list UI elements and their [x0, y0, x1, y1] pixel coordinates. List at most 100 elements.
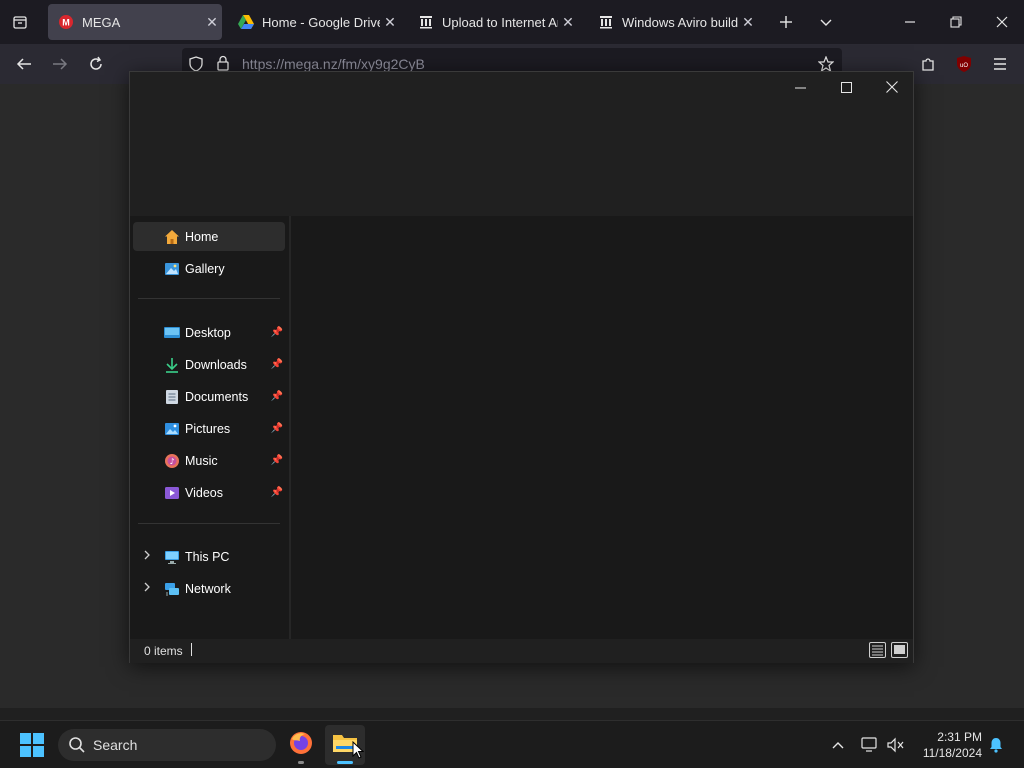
- clock-time: 2:31 PM: [937, 730, 982, 744]
- svg-text:♪: ♪: [169, 457, 174, 466]
- nav-item-label: Pictures: [185, 421, 231, 436]
- volume-muted-icon[interactable]: [886, 735, 906, 755]
- nav-item-label: Documents: [185, 389, 249, 404]
- forward-arrow-icon[interactable]: [48, 52, 72, 76]
- tab-google-drive[interactable]: Home - Google Drive ✕: [228, 4, 400, 40]
- nav-item-network[interactable]: Network: [133, 574, 285, 603]
- this-pc-icon: [163, 548, 181, 566]
- nav-item-label: Downloads: [185, 357, 247, 372]
- pin-icon[interactable]: 📌: [271, 359, 283, 370]
- details-view-icon[interactable]: [869, 642, 886, 658]
- item-count-text: 0 items: [144, 644, 183, 658]
- explorer-command-area: [130, 102, 913, 216]
- documents-icon: [163, 388, 181, 406]
- nav-item-label: This PC: [185, 549, 230, 564]
- extensions-puzzle-icon[interactable]: [916, 52, 940, 76]
- tab-title: Windows Aviro build 4: [622, 14, 738, 30]
- nav-item-label: Home: [185, 229, 219, 244]
- tab-windows-aviro[interactable]: Windows Aviro build 4 ✕: [588, 4, 758, 40]
- tab-overview-icon[interactable]: [8, 10, 32, 34]
- nav-item-documents[interactable]: Documents 📌: [133, 382, 285, 411]
- nav-item-downloads[interactable]: Downloads 📌: [133, 350, 285, 379]
- close-tab-icon[interactable]: ✕: [558, 14, 578, 31]
- notification-bell-icon[interactable]: [986, 735, 1006, 755]
- new-tab-plus-icon[interactable]: [774, 10, 798, 34]
- tab-mega[interactable]: M MEGA ✕: [48, 4, 222, 40]
- close-browser-icon[interactable]: [990, 10, 1014, 34]
- minimize-window-icon[interactable]: [777, 72, 823, 102]
- running-indicator: [298, 761, 304, 764]
- clock-date: 11/18/2024: [922, 746, 982, 760]
- tab-internet-archive[interactable]: Upload to Internet Arc ✕: [408, 4, 578, 40]
- nav-item-this-pc[interactable]: This PC: [133, 542, 285, 571]
- videos-icon: [163, 484, 181, 502]
- home-icon: [163, 228, 181, 246]
- internet-archive-icon: [418, 14, 434, 30]
- list-all-tabs-chevron-icon[interactable]: [814, 10, 838, 34]
- google-drive-icon: [238, 14, 254, 30]
- taskbar: Search 2:31 PM 11/18/2024: [0, 720, 1024, 768]
- explorer-title-bar[interactable]: [130, 72, 913, 102]
- mouse-cursor-icon: [352, 740, 365, 764]
- nav-item-label: Network: [185, 581, 231, 596]
- maximize-window-icon[interactable]: [823, 72, 869, 102]
- close-tab-icon[interactable]: ✕: [738, 14, 758, 31]
- ublock-origin-icon[interactable]: uO: [952, 52, 976, 76]
- hamburger-menu-icon[interactable]: [988, 52, 1012, 76]
- svg-text:uO: uO: [960, 63, 968, 69]
- reload-icon[interactable]: [84, 52, 108, 76]
- back-arrow-icon[interactable]: [12, 52, 36, 76]
- status-bar: 0 items: [130, 639, 913, 663]
- pin-icon[interactable]: 📌: [271, 455, 283, 466]
- nav-item-pictures[interactable]: Pictures 📌: [133, 414, 285, 443]
- search-icon: [68, 736, 86, 759]
- nav-divider: [138, 523, 280, 524]
- navigation-pane: Home Gallery Desktop 📌 Downloads 📌 Docum…: [130, 216, 289, 639]
- nav-item-videos[interactable]: Videos 📌: [133, 478, 285, 507]
- svg-text:M: M: [62, 18, 70, 28]
- nav-item-label: Desktop: [185, 325, 231, 340]
- mega-icon: M: [58, 14, 74, 30]
- desktop-icon: [163, 324, 181, 342]
- taskbar-search-box[interactable]: Search: [58, 729, 276, 761]
- internet-archive-icon: [598, 14, 614, 30]
- nav-item-home[interactable]: Home: [133, 222, 285, 251]
- browser-tab-strip: M MEGA ✕ Home - Google Drive ✕ Upload to…: [0, 0, 1024, 44]
- pin-icon[interactable]: 📌: [271, 327, 283, 338]
- url-text[interactable]: https://mega.nz/fm/xy9g2CyB: [242, 56, 425, 72]
- pin-icon[interactable]: 📌: [271, 391, 283, 402]
- download-arrow-icon: [163, 356, 181, 374]
- restore-browser-icon[interactable]: [944, 10, 968, 34]
- nav-item-gallery[interactable]: Gallery: [133, 254, 285, 283]
- minimize-browser-icon[interactable]: [898, 10, 922, 34]
- search-label: Search: [93, 737, 138, 753]
- close-window-icon[interactable]: [869, 72, 915, 102]
- tab-title: Upload to Internet Arc: [442, 14, 558, 30]
- system-clock[interactable]: 2:31 PM 11/18/2024: [923, 729, 982, 761]
- close-tab-icon[interactable]: ✕: [380, 14, 400, 31]
- active-indicator: [337, 761, 353, 764]
- nav-item-desktop[interactable]: Desktop 📌: [133, 318, 285, 347]
- gallery-icon: [163, 260, 181, 278]
- status-separator: [191, 643, 192, 656]
- pictures-icon: [163, 420, 181, 438]
- large-icons-view-icon[interactable]: [891, 642, 908, 658]
- pin-icon[interactable]: 📌: [271, 423, 283, 434]
- chevron-right-icon[interactable]: [143, 550, 151, 563]
- tab-title: MEGA: [82, 14, 121, 30]
- windows-start-icon[interactable]: [20, 733, 44, 757]
- nav-item-label: Gallery: [185, 261, 225, 276]
- network-status-icon[interactable]: [860, 735, 880, 755]
- chevron-right-icon[interactable]: [143, 582, 151, 595]
- music-icon: ♪: [163, 452, 181, 470]
- show-hidden-icons-chevron-icon[interactable]: [828, 735, 848, 755]
- nav-item-music[interactable]: ♪ Music 📌: [133, 446, 285, 475]
- taskbar-firefox[interactable]: [281, 725, 321, 765]
- nav-item-label: Music: [185, 453, 218, 468]
- file-list-area[interactable]: [291, 216, 913, 639]
- pin-icon[interactable]: 📌: [271, 487, 283, 498]
- firefox-icon: [288, 730, 314, 761]
- tab-title: Home - Google Drive: [262, 14, 380, 30]
- nav-item-label: Videos: [185, 485, 223, 500]
- close-tab-icon[interactable]: ✕: [202, 14, 222, 31]
